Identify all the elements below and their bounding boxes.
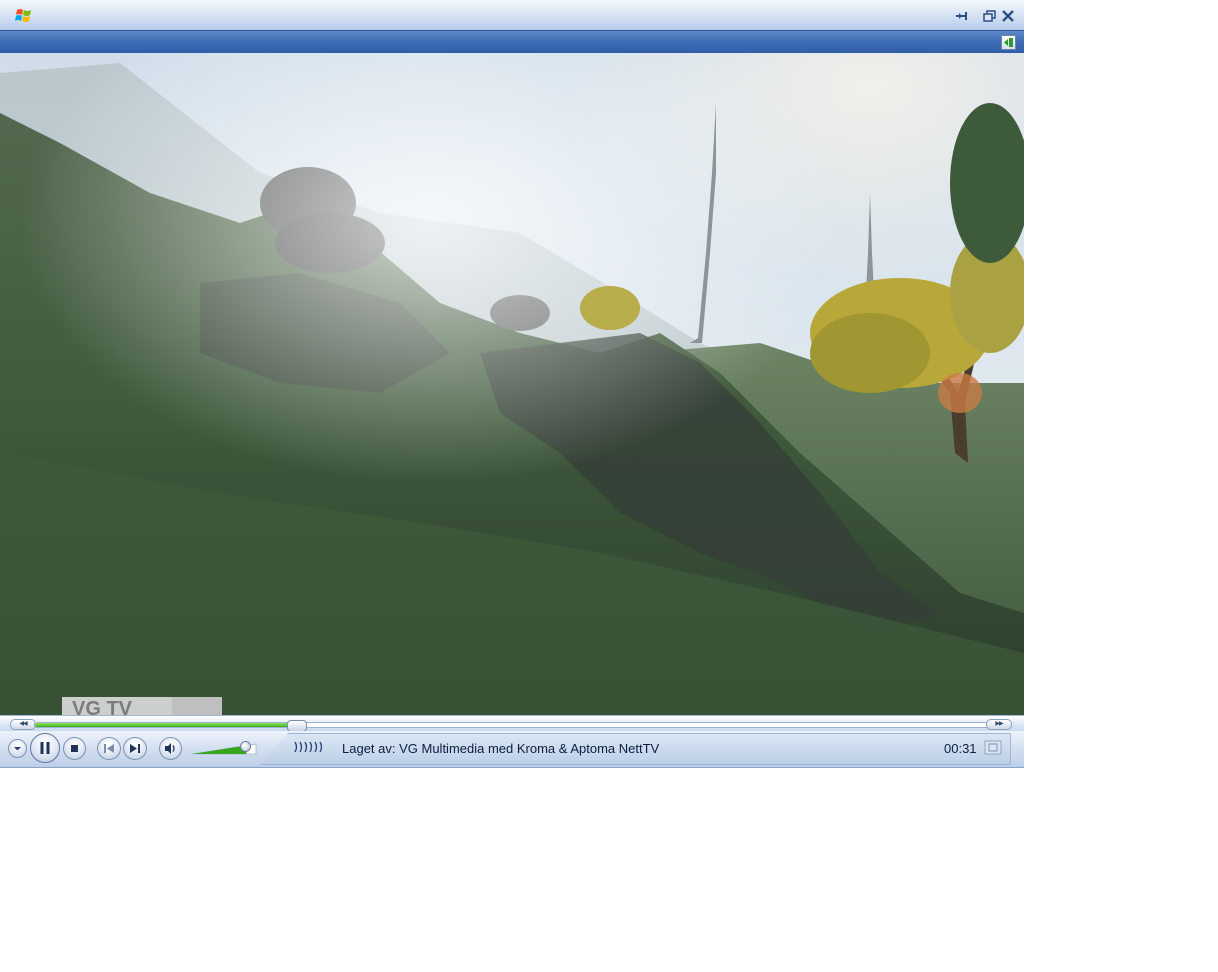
speaker-icon — [165, 743, 175, 754]
fullscreen-icon[interactable] — [984, 740, 1002, 755]
now-playing-toggle-icon — [1004, 38, 1013, 47]
chevron-down-icon — [14, 747, 21, 751]
media-player-window: VG TV ◀◀ ▶▶ Laget av: VG Multimedia med … — [0, 0, 1024, 768]
video-area[interactable]: VG TV — [0, 53, 1024, 715]
volume-ramp — [191, 743, 257, 755]
title-bar[interactable] — [0, 0, 1024, 30]
volume-slider[interactable] — [191, 739, 264, 757]
fast-forward-button[interactable]: ▶▶ — [986, 719, 1012, 730]
menu-toggle-button[interactable] — [8, 739, 27, 758]
windows-logo-icon[interactable] — [15, 7, 33, 24]
vg-tv-watermark: VG TV — [62, 697, 222, 715]
minimode-icon[interactable] — [954, 9, 970, 23]
watermark-text: VG TV — [72, 698, 133, 715]
stop-icon — [71, 745, 78, 752]
pause-icon — [40, 742, 50, 754]
visualization-icon[interactable] — [293, 740, 327, 754]
rewind-button[interactable]: ◀◀ — [10, 719, 36, 730]
mute-button[interactable] — [159, 737, 182, 760]
now-playing-toggle-button[interactable] — [1001, 35, 1016, 50]
seek-track[interactable] — [34, 720, 990, 732]
pause-button[interactable] — [30, 733, 60, 763]
seek-bar[interactable]: ◀◀ ▶▶ — [0, 715, 1024, 732]
close-icon[interactable] — [1000, 9, 1016, 23]
previous-track-icon — [104, 744, 114, 753]
status-text: Laget av: VG Multimedia med Kroma & Apto… — [342, 741, 660, 756]
restore-icon[interactable] — [982, 9, 998, 23]
next-track-icon — [130, 744, 140, 753]
menu-strip — [0, 30, 1024, 53]
video-frame: VG TV — [0, 53, 1024, 715]
next-button[interactable] — [123, 737, 147, 760]
stop-button[interactable] — [63, 737, 86, 760]
elapsed-time: 00:31 — [944, 741, 977, 756]
previous-button[interactable] — [97, 737, 121, 760]
seek-progress-fill — [35, 723, 293, 727]
